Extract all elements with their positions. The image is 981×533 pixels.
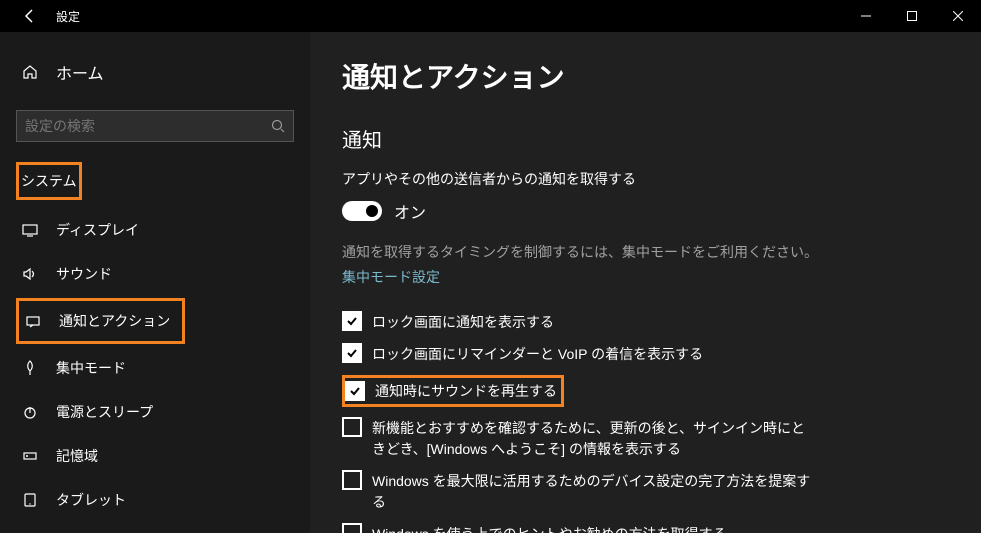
sidebar-item-notifications[interactable]: 通知とアクション (16, 298, 185, 344)
checkbox[interactable] (342, 343, 362, 363)
close-button[interactable] (935, 0, 981, 32)
checkbox-label: Windows を最大限に活用するためのデバイス設定の完了方法を提案する (372, 470, 812, 513)
checkbox-row-tips[interactable]: Windows を使う上でのヒントやお勧めの方法を取得する (342, 523, 949, 533)
checkbox-row-lockscreen[interactable]: ロック画面に通知を表示する (342, 311, 949, 333)
sidebar-item-label: サウンド (56, 264, 112, 284)
home-nav[interactable]: ホーム (16, 52, 294, 92)
checkbox-label: 新機能とおすすめを確認するために、更新の後と、サインイン時にときどき、[Wind… (372, 417, 812, 460)
power-icon (20, 404, 40, 420)
focus-settings-link[interactable]: 集中モード設定 (342, 267, 949, 287)
sidebar-item-label: タブレット (56, 490, 126, 510)
checkbox-row-device-setup[interactable]: Windows を最大限に活用するためのデバイス設定の完了方法を提案する (342, 470, 949, 513)
storage-icon (20, 448, 40, 464)
titlebar: 設定 (0, 0, 981, 32)
focus-hint-text: 通知を取得するタイミングを制御するには、集中モードをご利用ください。 (342, 241, 949, 263)
display-icon (20, 222, 40, 238)
search-icon (271, 119, 285, 133)
checkbox-row-voip[interactable]: ロック画面にリマインダーと VoIP の着信を表示する (342, 343, 949, 365)
section-title: 通知 (342, 124, 949, 153)
checkbox-sound-highlight[interactable]: 通知時にサウンドを再生する (342, 375, 564, 407)
sidebar-item-label: 電源とスリープ (56, 402, 153, 422)
notification-toggle[interactable] (342, 201, 382, 221)
checkbox-row-welcome[interactable]: 新機能とおすすめを確認するために、更新の後と、サインイン時にときどき、[Wind… (342, 417, 949, 460)
toggle-label: オン (394, 199, 426, 223)
home-icon (20, 64, 40, 80)
sidebar-item-storage[interactable]: 記憶域 (16, 436, 294, 476)
content-area: 通知とアクション 通知 アプリやその他の送信者からの通知を取得する オン 通知を… (310, 32, 981, 533)
notification-toggle-desc: アプリやその他の送信者からの通知を取得する (342, 169, 949, 189)
checkbox[interactable] (342, 417, 362, 437)
back-button[interactable] (12, 8, 48, 24)
category-system[interactable]: システム (16, 162, 82, 200)
sound-icon (20, 266, 40, 282)
checkbox-label: ロック画面にリマインダーと VoIP の着信を表示する (372, 343, 703, 365)
sidebar-item-sound[interactable]: サウンド (16, 254, 294, 294)
tablet-icon (20, 492, 40, 508)
sidebar-item-tablet[interactable]: タブレット (16, 480, 294, 520)
home-label: ホーム (56, 60, 104, 84)
minimize-button[interactable] (843, 0, 889, 32)
checkbox-label: 通知時にサウンドを再生する (375, 380, 557, 402)
notifications-icon (23, 313, 43, 329)
focus-icon (20, 360, 40, 376)
sidebar-item-label: 通知とアクション (59, 311, 170, 331)
sidebar-item-label: 集中モード (56, 358, 126, 378)
search-box[interactable] (16, 110, 294, 142)
sidebar-item-power[interactable]: 電源とスリープ (16, 392, 294, 432)
checkbox[interactable] (345, 381, 365, 401)
sidebar-item-focus[interactable]: 集中モード (16, 348, 294, 388)
maximize-button[interactable] (889, 0, 935, 32)
checkbox[interactable] (342, 470, 362, 490)
main-area: ホーム システム ディスプレイ サウンド 通知とアクション (0, 32, 981, 533)
sidebar-item-label: 記憶域 (56, 446, 98, 466)
checkbox-label: ロック画面に通知を表示する (372, 311, 554, 333)
sidebar-item-display[interactable]: ディスプレイ (16, 210, 294, 250)
checkbox[interactable] (342, 523, 362, 533)
checkbox-label: Windows を使う上でのヒントやお勧めの方法を取得する (372, 523, 727, 533)
notification-toggle-row: オン (342, 199, 949, 223)
sidebar-item-label: ディスプレイ (56, 220, 139, 240)
toggle-knob (366, 205, 378, 217)
page-title: 通知とアクション (342, 56, 949, 96)
search-input[interactable] (25, 118, 271, 134)
window-controls (843, 0, 981, 32)
window-title: 設定 (48, 8, 843, 25)
checkbox-row-sound: 通知時にサウンドを再生する (342, 375, 949, 407)
sidebar: ホーム システム ディスプレイ サウンド 通知とアクション (0, 32, 310, 533)
checkbox[interactable] (342, 311, 362, 331)
